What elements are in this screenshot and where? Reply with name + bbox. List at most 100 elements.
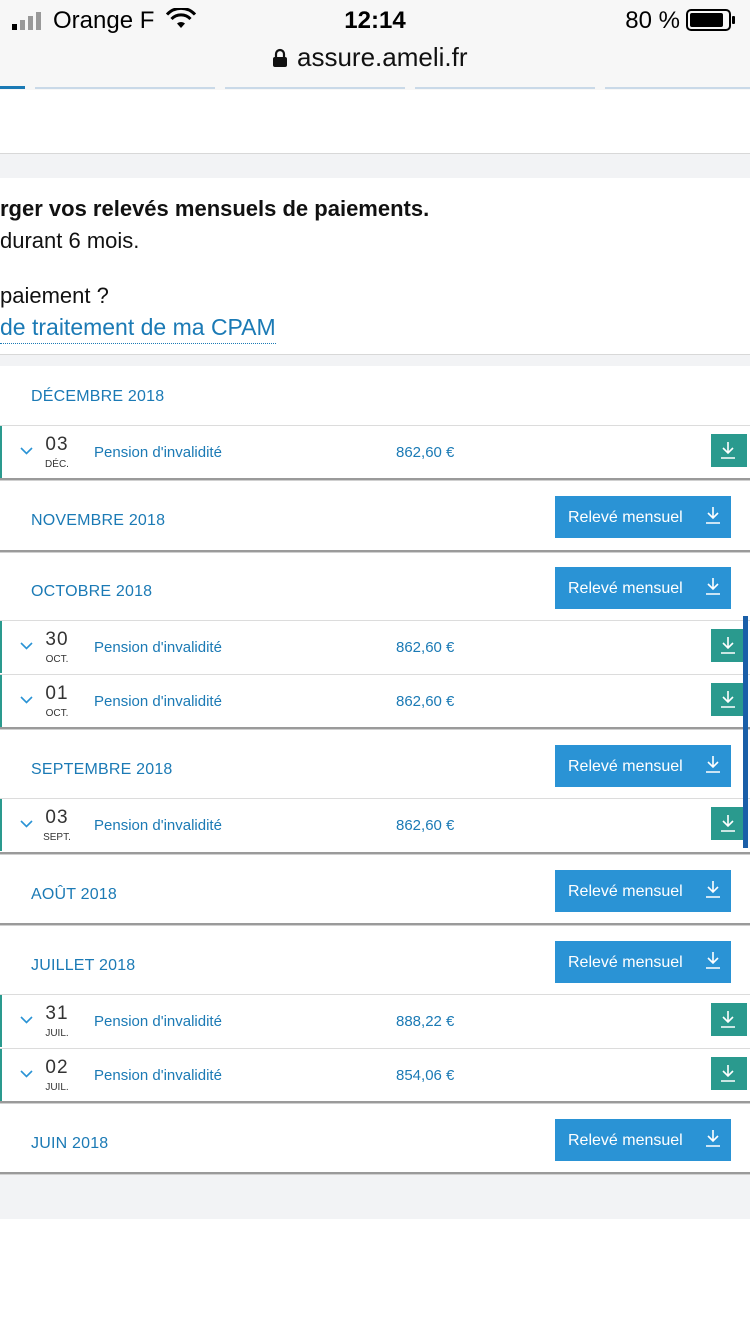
row-accent [0,995,2,1047]
payment-row[interactable]: 30 OCT. Pension d'invalidité 862,60 € [0,620,750,673]
payment-day: 30 [45,629,69,650]
releve-mensuel-button[interactable]: Relevé mensuel [555,745,731,787]
month-label: OCTOBRE 2018 [31,583,153,600]
download-icon [721,1011,735,1028]
month-card-decembre-2018: DÉCEMBRE 2018 03 DÉC. Pension d'invalidité… [0,366,750,480]
releve-mensuel-label: Relevé mensuel [568,954,683,971]
battery-icon [686,9,735,31]
payment-day: 03 [45,807,69,828]
month-card-aout-2018: AOÛT 2018 Relevé mensuel [0,864,750,925]
url-bar[interactable]: assure.ameli.fr [0,40,750,88]
row-accent [0,1049,2,1101]
releve-mensuel-button[interactable]: Relevé mensuel [555,870,731,912]
tab-indicator [0,86,25,89]
month-label: JUIN 2018 [31,1135,109,1152]
lock-icon [273,48,287,67]
releve-mensuel-label: Relevé mensuel [568,509,683,526]
payment-month: JUIL. [45,1082,69,1093]
payment-label[interactable]: Pension d'invalidité [94,1067,222,1084]
tab-line [225,87,405,89]
month-card-septembre-2018: SEPTEMBRE 2018 Relevé mensuel 03 SEPT. Pen… [0,739,750,854]
payment-label[interactable]: Pension d'invalidité [94,444,222,461]
intro-question: paiement ? [0,283,109,308]
payment-row[interactable]: 01 OCT. Pension d'invalidité 862,60 € [0,674,750,727]
download-icon [706,881,720,898]
releve-mensuel-label: Relevé mensuel [568,1132,683,1149]
intro-title: rger vos relevés mensuels de paiements. [0,196,430,221]
payment-amount: 862,60 € [396,444,455,461]
download-icon [706,507,720,524]
payment-row[interactable]: 03 SEPT. Pension d'invalidité 862,60 € [0,798,750,851]
download-payment-button[interactable] [711,683,747,716]
scrollbar[interactable] [743,616,748,848]
releve-mensuel-label: Relevé mensuel [568,758,683,775]
chevron-down-icon[interactable] [20,447,33,455]
payment-row[interactable]: 03 DÉC. Pension d'invalidité 862,60 € [0,425,750,478]
chevron-down-icon[interactable] [20,696,33,704]
tab-line [35,87,215,89]
payment-label[interactable]: Pension d'invalidité [94,693,222,710]
download-payment-button[interactable] [711,1057,747,1090]
intro-section: rger vos relevés mensuels de paiements. … [0,178,750,354]
chevron-down-icon[interactable] [20,1070,33,1078]
tab-line [415,87,595,89]
payment-amount: 888,22 € [396,1013,455,1030]
download-icon [706,1130,720,1147]
payment-row[interactable]: 02 JUIL. Pension d'invalidité 854,06 € [0,1048,750,1101]
download-icon [721,637,735,654]
releve-mensuel-button[interactable]: Relevé mensuel [555,567,731,609]
download-icon [721,1065,735,1082]
payment-month: SEPT. [43,832,71,843]
battery-percent: 80 % [625,7,680,34]
download-payment-button[interactable] [711,1003,747,1036]
payment-day: 01 [45,683,69,704]
payment-amount: 854,06 € [396,1067,455,1084]
chevron-down-icon[interactable] [20,1016,33,1024]
month-label: JUILLET 2018 [31,957,136,974]
payment-label[interactable]: Pension d'invalidité [94,817,222,834]
download-icon [706,952,720,969]
releve-mensuel-button[interactable]: Relevé mensuel [555,496,731,538]
chevron-down-icon[interactable] [20,642,33,650]
row-accent [0,799,2,851]
page-footer-band [0,1172,750,1219]
releve-mensuel-label: Relevé mensuel [568,580,683,597]
download-payment-button[interactable] [711,629,747,662]
download-payment-button[interactable] [711,434,747,467]
payment-label[interactable]: Pension d'invalidité [94,1013,222,1030]
payment-amount: 862,60 € [396,817,455,834]
download-icon [721,691,735,708]
month-label: DÉCEMBRE 2018 [31,388,165,405]
download-icon [721,442,735,459]
payment-month: DÉC. [45,459,69,470]
download-icon [721,815,735,832]
intro-subtitle: durant 6 mois. [0,228,140,253]
tab-line [605,87,750,89]
payment-month: OCT. [45,708,69,719]
month-label: NOVEMBRE 2018 [31,512,166,529]
month-label: AOÛT 2018 [31,886,117,903]
row-accent [0,426,2,478]
payment-amount: 862,60 € [396,639,455,656]
month-card-juillet-2018: JUILLET 2018 Relevé mensuel 31 JUIL. Pensi… [0,935,750,1103]
month-card-juin-2018: JUIN 2018 Relevé mensuel [0,1113,750,1174]
releve-mensuel-button[interactable]: Relevé mensuel [555,1119,731,1161]
releve-mensuel-label: Relevé mensuel [568,883,683,900]
chevron-down-icon[interactable] [20,820,33,828]
download-payment-button[interactable] [711,807,747,840]
payment-amount: 862,60 € [396,693,455,710]
url-text[interactable]: assure.ameli.fr [297,42,468,73]
status-bar: Orange F 12:14 80 % [0,0,750,40]
separator-band [0,153,750,179]
cpam-processing-link[interactable]: de traitement de ma CPAM [0,314,276,344]
releve-mensuel-button[interactable]: Relevé mensuel [555,941,731,983]
payment-month: OCT. [45,654,69,665]
download-icon [706,756,720,773]
payment-label[interactable]: Pension d'invalidité [94,639,222,656]
payment-day: 31 [45,1003,69,1024]
payment-row[interactable]: 31 JUIL. Pension d'invalidité 888,22 € [0,994,750,1047]
payment-month: JUIL. [45,1028,69,1039]
month-card-octobre-2018: OCTOBRE 2018 Relevé mensuel 30 OCT. Pensio… [0,561,750,729]
month-card-novembre-2018: NOVEMBRE 2018 Relevé mensuel [0,490,750,552]
download-icon [706,578,720,595]
